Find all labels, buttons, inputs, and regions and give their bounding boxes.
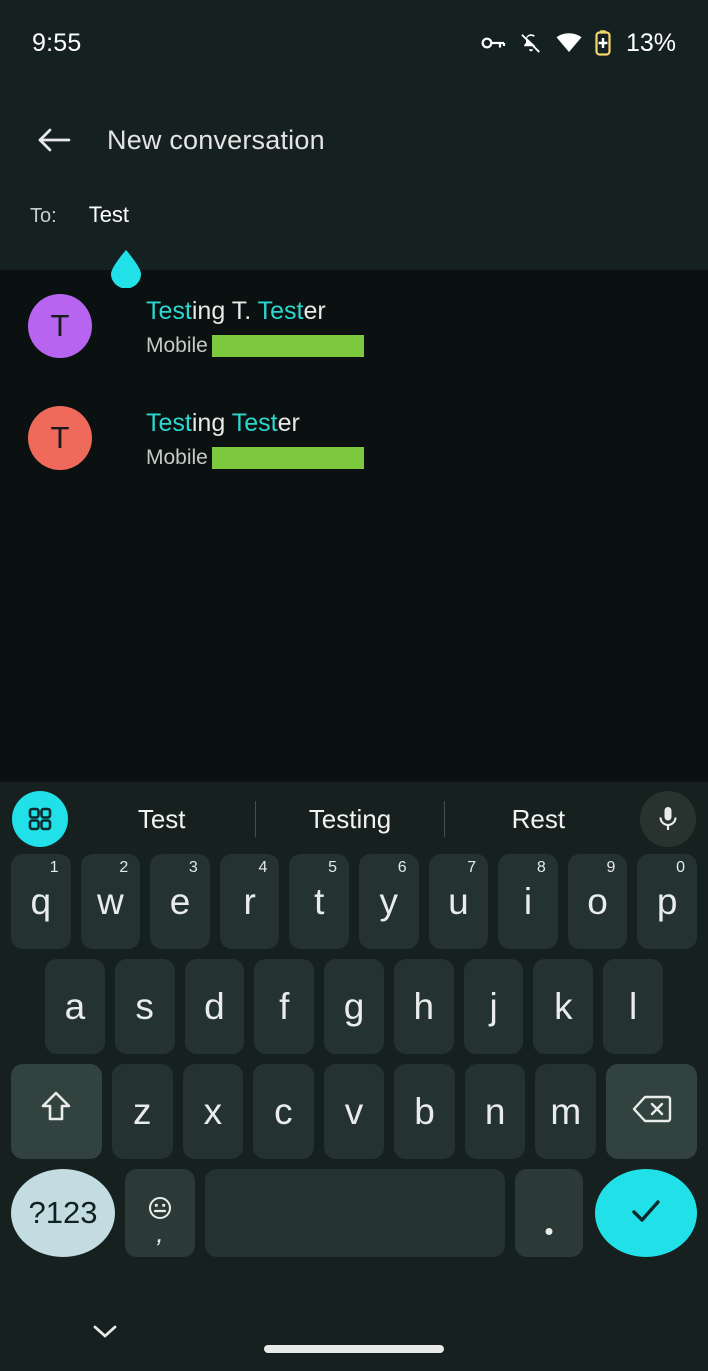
key-x[interactable]: x xyxy=(182,1064,244,1159)
wifi-icon xyxy=(556,33,582,53)
keyboard-row-4: ?123 , xyxy=(0,1169,708,1267)
list-item[interactable]: T Testing Tester Mobile xyxy=(0,382,708,494)
key-z[interactable]: z xyxy=(111,1064,173,1159)
suggestion-item[interactable]: Test xyxy=(68,804,255,835)
key-m[interactable]: m xyxy=(535,1064,597,1159)
key-d[interactable]: d xyxy=(184,959,245,1054)
key-w[interactable]: 2w xyxy=(80,854,141,949)
page-title: New conversation xyxy=(107,124,325,155)
space-key[interactable] xyxy=(205,1169,505,1257)
notifications-muted-icon xyxy=(519,31,543,55)
key-f[interactable]: f xyxy=(254,959,315,1054)
status-time: 9:55 xyxy=(32,28,82,57)
comma-label: , xyxy=(156,1218,164,1248)
emoji-key[interactable]: , xyxy=(125,1169,195,1257)
contact-name: Testing T. Tester xyxy=(146,297,326,325)
key-b[interactable]: b xyxy=(394,1064,455,1159)
contact-number-row: Mobile xyxy=(146,446,364,470)
avatar: T xyxy=(28,406,92,470)
chevron-down-icon[interactable] xyxy=(88,1314,122,1348)
header-top-row: New conversation xyxy=(0,86,708,194)
key-o[interactable]: 9o xyxy=(567,854,628,949)
key-q[interactable]: 1q xyxy=(11,854,71,949)
key-r[interactable]: 4r xyxy=(219,854,280,949)
contact-name: Testing Tester xyxy=(146,409,300,437)
list-item[interactable]: T Testing T. Tester Mobile xyxy=(0,270,708,382)
on-screen-keyboard: Test Testing Rest 1q 2w 3e 4r 5t 6y 7 u … xyxy=(0,782,708,1292)
key-u[interactable]: 7u xyxy=(428,854,489,949)
key-h[interactable]: h xyxy=(393,959,454,1054)
suggestion-items: Test Testing Rest xyxy=(68,801,632,837)
key-n[interactable]: n xyxy=(464,1064,526,1159)
avatar: T xyxy=(28,294,92,358)
status-icon-group: 13% xyxy=(480,29,676,58)
phone-screen: 9:55 13% New conversation To: Test T Tes… xyxy=(0,0,708,1371)
app-header: New conversation To: Test xyxy=(0,86,708,270)
battery-percentage: 13% xyxy=(625,28,676,57)
suggestion-strip: Test Testing Rest xyxy=(0,784,708,854)
phone-type-label: Mobile xyxy=(146,334,208,357)
contact-info: Testing Tester Mobile xyxy=(146,406,364,470)
key-k[interactable]: k xyxy=(533,959,594,1054)
keyboard-row-3: z x c v b n m xyxy=(0,1064,708,1159)
contact-number-row: Mobile xyxy=(146,334,364,358)
checkmark-icon xyxy=(627,1195,665,1232)
period-dot xyxy=(545,1228,553,1235)
text-cursor-handle[interactable] xyxy=(108,250,144,289)
key-y[interactable]: 6y xyxy=(359,854,419,949)
backspace-key[interactable] xyxy=(606,1064,697,1159)
shift-key[interactable] xyxy=(11,1064,102,1159)
suggestion-item[interactable]: Testing xyxy=(256,804,443,835)
key-a[interactable]: a xyxy=(44,959,105,1054)
recipient-input[interactable]: Test xyxy=(89,202,129,228)
redacted-phone-number xyxy=(211,335,364,357)
recipient-row[interactable]: To: Test xyxy=(0,202,708,228)
key-icon xyxy=(480,33,506,53)
key-e[interactable]: 3e xyxy=(150,854,210,949)
key-s[interactable]: s xyxy=(114,959,175,1054)
symbols-key[interactable]: ?123 xyxy=(11,1169,115,1257)
backspace-icon xyxy=(632,1091,672,1133)
contact-info: Testing T. Tester Mobile xyxy=(146,294,364,358)
keyboard-row-1: 1q 2w 3e 4r 5t 6y 7u 8i 9o 0p xyxy=(0,854,708,949)
enter-key[interactable] xyxy=(595,1169,697,1257)
keyboard-row-2: a s d f g h j k l xyxy=(0,959,708,1054)
key-i[interactable]: 8i xyxy=(498,854,558,949)
home-indicator-pill[interactable] xyxy=(264,1345,444,1353)
key-j[interactable]: j xyxy=(463,959,524,1054)
apps-grid-icon[interactable] xyxy=(12,791,68,847)
key-v[interactable]: v xyxy=(323,1064,385,1159)
battery-saver-icon xyxy=(595,30,611,56)
contact-suggestion-list: T Testing T. Tester Mobile T Testing Tes… xyxy=(0,270,708,494)
back-arrow-icon[interactable] xyxy=(30,116,78,164)
key-g[interactable]: g xyxy=(324,959,384,1054)
suggestion-item[interactable]: Rest xyxy=(445,804,632,835)
key-c[interactable]: c xyxy=(253,1064,314,1159)
navigation-bar xyxy=(0,1292,708,1371)
status-bar: 9:55 13% xyxy=(0,0,708,86)
phone-type-label: Mobile xyxy=(146,446,208,469)
key-t[interactable]: 5t xyxy=(289,854,349,949)
redacted-phone-number xyxy=(211,447,364,469)
to-label: To: xyxy=(30,205,57,227)
microphone-icon[interactable] xyxy=(640,791,696,847)
period-key[interactable] xyxy=(515,1169,583,1257)
shift-arrow-icon xyxy=(39,1089,73,1134)
key-l[interactable]: l xyxy=(603,959,664,1054)
key-p[interactable]: 0p xyxy=(637,854,697,949)
